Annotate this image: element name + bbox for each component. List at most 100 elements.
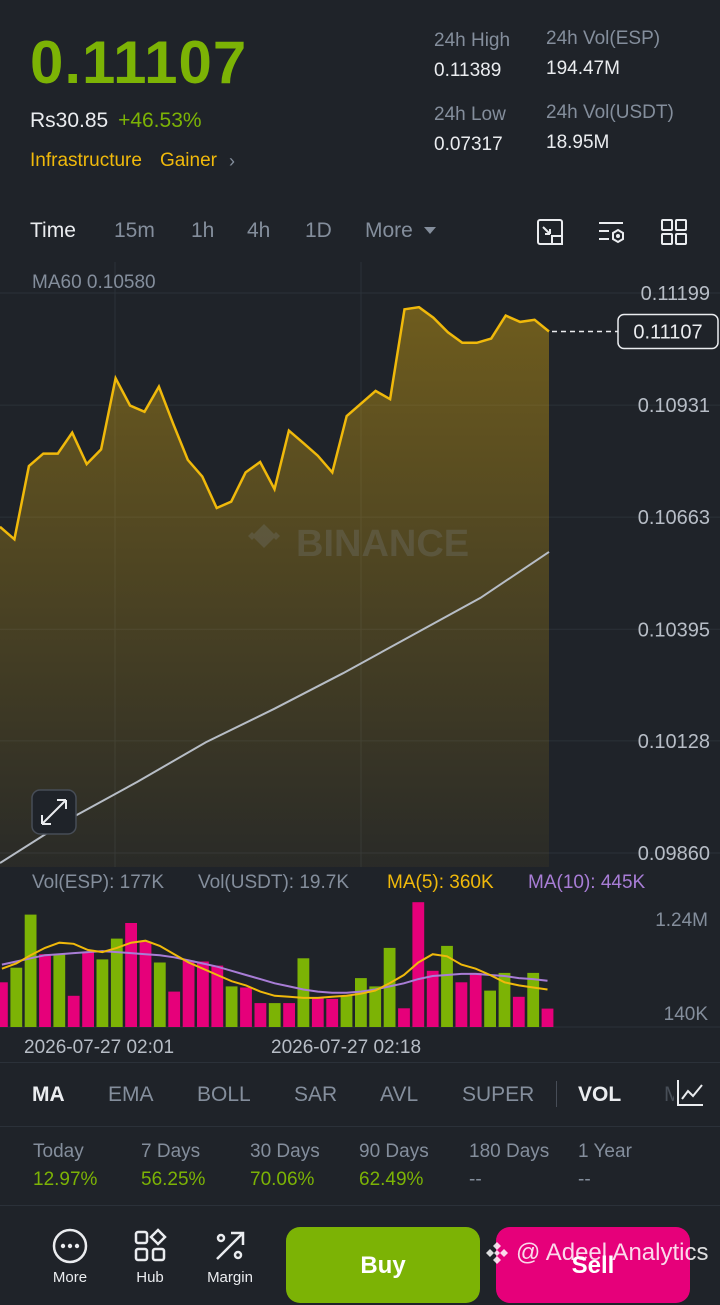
- perf-1y: 1 Year --: [578, 1141, 632, 1191]
- margin-label: Margin: [207, 1269, 253, 1286]
- indicator-avl[interactable]: AVL: [380, 1083, 418, 1107]
- volume-bar: [53, 954, 66, 1027]
- volume-bar: [24, 914, 37, 1027]
- current-price-value: 0.11107: [633, 321, 702, 343]
- tag-gainer[interactable]: Gainer: [160, 150, 217, 172]
- perf-label: 30 Days: [250, 1141, 320, 1162]
- watermark-label: @ Adeel Analytics: [516, 1239, 709, 1266]
- price-tick-label: 0.10931: [638, 395, 710, 417]
- price-tick-label: 0.11199: [641, 283, 710, 305]
- perf-30d: 30 Days 70.06%: [250, 1141, 320, 1191]
- volume-bar: [455, 982, 468, 1027]
- perf-label: 90 Days: [359, 1141, 429, 1162]
- watermark-text: BINANCE: [296, 523, 469, 565]
- expand-button[interactable]: [31, 789, 77, 835]
- low-value: 0.07317: [434, 134, 503, 155]
- tab-more-label: More: [365, 219, 413, 242]
- binance-logo-icon: [486, 1242, 508, 1264]
- perf-label: 7 Days: [141, 1141, 201, 1162]
- chart-settings-icon[interactable]: [597, 217, 627, 247]
- tab-1h[interactable]: 1h: [191, 219, 214, 243]
- high-value: 0.11389: [434, 60, 502, 81]
- perf-today: Today 12.97%: [33, 1141, 97, 1191]
- vol-esp-label: 24h Vol(ESP): [546, 28, 661, 49]
- grid-layout-icon[interactable]: [659, 217, 689, 247]
- price-chart[interactable]: BINANCE 0.11107 0.111990.109310.106630.1…: [0, 262, 720, 867]
- price-tick-label: 0.09860: [638, 843, 710, 865]
- high-label: 24h High: [434, 30, 511, 51]
- price-tick-label: 0.10663: [638, 507, 710, 529]
- volume-bar: [125, 923, 137, 1027]
- perf-label: 180 Days: [469, 1141, 550, 1162]
- margin-button[interactable]: Margin: [200, 1227, 260, 1286]
- vol-axis-top: 1.24M: [655, 910, 708, 931]
- indicator-ma[interactable]: MA: [32, 1083, 65, 1107]
- chart-draw-icon[interactable]: [535, 217, 565, 247]
- last-price: 0.11107: [30, 29, 248, 96]
- volume-bar: [398, 1008, 410, 1027]
- volume-bar: [527, 972, 540, 1027]
- volume-bar: [254, 1003, 267, 1027]
- volume-bar: [311, 997, 324, 1027]
- vol-axis-bottom: 140K: [664, 1004, 709, 1025]
- buy-button[interactable]: Buy: [286, 1227, 480, 1303]
- volume-bar: [96, 959, 109, 1027]
- price-area: [0, 307, 549, 867]
- tab-time[interactable]: Time: [30, 219, 76, 243]
- tab-1d[interactable]: 1D: [305, 219, 332, 243]
- volume-bar: [355, 978, 367, 1027]
- volume-bars: [0, 902, 554, 1027]
- volume-bar: [225, 986, 238, 1027]
- volume-bar: [297, 958, 310, 1027]
- volume-bar: [168, 991, 181, 1027]
- volume-bar: [340, 995, 353, 1027]
- ma60-legend: MA60 0.10580: [32, 272, 156, 293]
- tab-more[interactable]: More: [365, 219, 437, 243]
- perf-label: 1 Year: [578, 1141, 632, 1162]
- fiat-price: Rs30.85: [30, 109, 109, 132]
- time-label-1: 2026-07-27 02:01: [24, 1037, 174, 1058]
- tab-4h[interactable]: 4h: [247, 219, 270, 243]
- indicator-ema[interactable]: EMA: [108, 1083, 154, 1107]
- low-label: 24h Low: [434, 104, 506, 125]
- ma5-legend: MA(5): 360K: [387, 872, 494, 893]
- indicator-settings-icon[interactable]: [674, 1077, 706, 1109]
- volume-bar: [268, 1003, 281, 1027]
- ma10-legend: MA(10): 445K: [528, 872, 646, 893]
- chevron-right-icon: ›: [228, 150, 235, 171]
- hub-icon: [134, 1228, 167, 1262]
- caret-down-icon: [423, 227, 436, 235]
- performance-row: Today 12.97% 7 Days 56.25% 30 Days 70.06…: [0, 1126, 720, 1206]
- fiat-price-row: Rs30.85 +46.53%: [30, 109, 202, 133]
- volume-bar: [326, 998, 339, 1027]
- indicator-boll[interactable]: BOLL: [197, 1083, 251, 1107]
- vol-usdt-value: 18.95M: [546, 132, 610, 153]
- perf-180d: 180 Days --: [469, 1141, 549, 1191]
- price-tick-label: 0.10128: [638, 731, 710, 753]
- indicator-super[interactable]: SUPER: [462, 1083, 534, 1107]
- time-label-2: 2026-07-27 02:18: [271, 1037, 421, 1058]
- margin-icon: [216, 1231, 245, 1260]
- indicator-vol[interactable]: VOL: [578, 1083, 621, 1107]
- price-tick-label: 0.10395: [638, 619, 710, 641]
- price-change: +46.53%: [118, 109, 202, 132]
- tag-row[interactable]: Infrastructure Gainer ›: [30, 150, 235, 172]
- indicator-divider: [556, 1081, 557, 1107]
- watermark-overlay: @ Adeel Analytics: [484, 1239, 708, 1267]
- more-button[interactable]: More: [40, 1227, 100, 1286]
- perf-value: --: [469, 1169, 482, 1190]
- perf-label: Today: [33, 1141, 84, 1162]
- tag-infrastructure[interactable]: Infrastructure: [30, 150, 142, 172]
- perf-value: 56.25%: [141, 1169, 206, 1190]
- vol-usdt-legend: Vol(USDT): 19.7K: [198, 872, 349, 893]
- perf-value: 12.97%: [33, 1169, 98, 1190]
- perf-value: --: [578, 1169, 591, 1190]
- volume-bar: [182, 960, 195, 1027]
- price-axis: 0.11199 0.10931 0.10663 0.10395 0.10128 0.098…: [638, 283, 710, 865]
- volume-bar: [426, 970, 439, 1027]
- hub-button[interactable]: Hub: [120, 1227, 180, 1286]
- bottom-action-bar: More Hub Margin Buy Sell @ Adeel Analyti…: [0, 1205, 720, 1303]
- volume-chart[interactable]: Vol(ESP): 177K Vol(USDT): 19.7K MA(5): 3…: [0, 868, 720, 1060]
- tab-15m[interactable]: 15m: [114, 219, 155, 243]
- indicator-sar[interactable]: SAR: [294, 1083, 337, 1107]
